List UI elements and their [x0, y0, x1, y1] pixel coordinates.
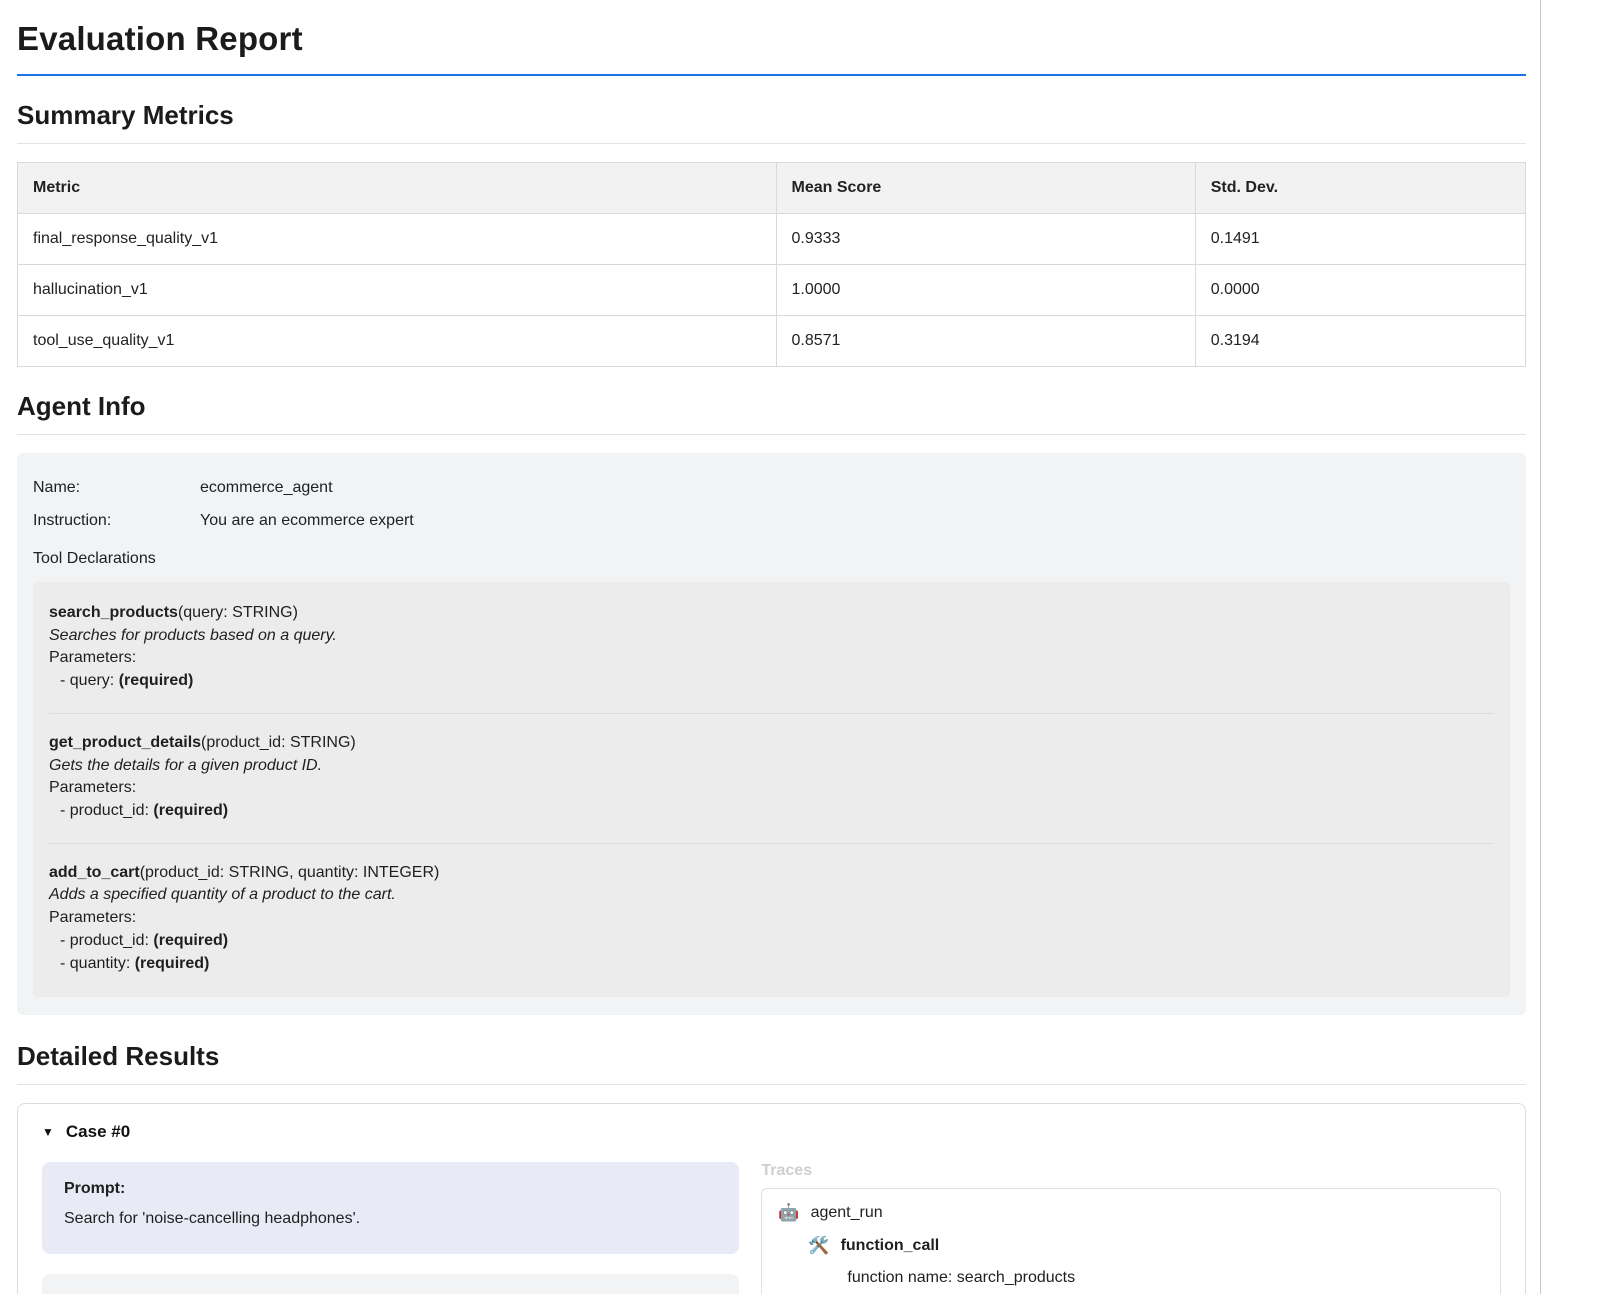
table-row: hallucination_v1 1.0000 0.0000: [18, 265, 1526, 316]
robot-icon: 🤖: [778, 1203, 799, 1223]
trace-function-detail: function name: search_products: [847, 1269, 1075, 1287]
std-dev-cell: 0.1491: [1195, 214, 1525, 265]
trace-function-label: function_call: [841, 1237, 940, 1255]
page-title: Evaluation Report: [17, 20, 1526, 58]
tool-declarations-label: Tool Declarations: [33, 550, 1510, 568]
table-row: final_response_quality_v1 0.9333 0.1491: [18, 214, 1526, 265]
mean-score-column-header: Mean Score: [776, 163, 1195, 214]
tool-args: (product_id: STRING): [201, 734, 356, 751]
param-name: - product_id:: [60, 802, 153, 819]
prompt-text: Search for 'noise-cancelling headphones'…: [64, 1210, 717, 1228]
case-0-right-column: Traces 🤖 agent_run 🛠️ function_call: [761, 1162, 1501, 1294]
agent-instruction-row: Instruction: You are an ecommerce expert: [33, 512, 1510, 530]
tools-icon: 🛠️: [808, 1236, 829, 1256]
param-name: - quantity:: [60, 955, 135, 972]
case-0-body: Prompt: Search for 'noise-cancelling hea…: [42, 1162, 1501, 1294]
tool-name: get_product_details: [49, 734, 201, 751]
prompt-label: Prompt:: [64, 1180, 717, 1198]
summary-metrics-table: Metric Mean Score Std. Dev. final_respon…: [17, 162, 1526, 367]
final-response-panel-partial: [42, 1274, 739, 1294]
summary-metrics-heading: Summary Metrics: [17, 100, 1526, 144]
agent-name-label: Name:: [33, 479, 200, 497]
tool-declaration-add-to-cart: add_to_cart(product_id: STRING, quantity…: [49, 844, 1494, 996]
case-0-left-column: Prompt: Search for 'noise-cancelling hea…: [42, 1162, 739, 1294]
table-row: tool_use_quality_v1 0.8571 0.3194: [18, 316, 1526, 367]
param-required-flag: (required): [153, 932, 228, 949]
agent-instruction-label: Instruction:: [33, 512, 200, 530]
tool-signature: search_products(query: STRING): [49, 602, 1494, 625]
tool-parameter: - query: (required): [49, 670, 1494, 693]
tool-parameters-label: Parameters:: [49, 777, 1494, 800]
page-frame: Evaluation Report Summary Metrics Metric…: [0, 0, 1541, 1294]
trace-agent-label: agent_run: [811, 1204, 883, 1222]
mean-score-cell: 0.8571: [776, 316, 1195, 367]
metric-name-cell: final_response_quality_v1: [18, 214, 777, 265]
tool-name: search_products: [49, 604, 178, 621]
case-card: ▼ Case #0 Prompt: Search for 'noise-canc…: [17, 1103, 1526, 1294]
collapse-triangle-icon: ▼: [42, 1125, 54, 1139]
trace-row-function-call: 🛠️ function_call: [808, 1236, 1484, 1256]
param-name: - query:: [60, 672, 119, 689]
mean-score-cell: 1.0000: [776, 265, 1195, 316]
tool-args: (query: STRING): [178, 604, 298, 621]
tool-declaration-search-products: search_products(query: STRING) Searches …: [49, 584, 1494, 714]
param-required-flag: (required): [153, 802, 228, 819]
tool-declarations-panel: search_products(query: STRING) Searches …: [33, 582, 1510, 997]
tool-signature: add_to_cart(product_id: STRING, quantity…: [49, 862, 1494, 885]
mean-score-cell: 0.9333: [776, 214, 1195, 265]
case-0-toggle[interactable]: ▼ Case #0: [42, 1122, 1501, 1142]
metric-name-cell: hallucination_v1: [18, 265, 777, 316]
agent-name-row: Name: ecommerce_agent: [33, 479, 1510, 497]
case-0-details: ▼ Case #0 Prompt: Search for 'noise-canc…: [42, 1122, 1501, 1294]
tool-args: (product_id: STRING, quantity: INTEGER): [140, 864, 440, 881]
tool-description: Searches for products based on a query.: [49, 625, 1494, 648]
trace-row-agent-run: 🤖 agent_run: [778, 1203, 1484, 1223]
tool-name: add_to_cart: [49, 864, 140, 881]
tool-parameter: - product_id: (required): [49, 930, 1494, 953]
param-name: - product_id:: [60, 932, 153, 949]
agent-info-panel: Name: ecommerce_agent Instruction: You a…: [17, 453, 1526, 1015]
std-dev-cell: 0.3194: [1195, 316, 1525, 367]
agent-info-heading: Agent Info: [17, 391, 1526, 435]
traces-label: Traces: [761, 1162, 1501, 1180]
tool-parameter: - product_id: (required): [49, 800, 1494, 823]
metric-column-header: Metric: [18, 163, 777, 214]
tool-parameters-label: Parameters:: [49, 647, 1494, 670]
param-required-flag: (required): [135, 955, 210, 972]
table-header-row: Metric Mean Score Std. Dev.: [18, 163, 1526, 214]
std-dev-column-header: Std. Dev.: [1195, 163, 1525, 214]
tool-description: Gets the details for a given product ID.: [49, 755, 1494, 778]
std-dev-cell: 0.0000: [1195, 265, 1525, 316]
agent-name-value: ecommerce_agent: [200, 479, 333, 497]
tool-description: Adds a specified quantity of a product t…: [49, 884, 1494, 907]
report-content: Evaluation Report Summary Metrics Metric…: [0, 0, 1540, 1294]
tool-declaration-get-product-details: get_product_details(product_id: STRING) …: [49, 714, 1494, 844]
agent-instruction-value: You are an ecommerce expert: [200, 512, 414, 530]
title-divider: [17, 74, 1526, 76]
detailed-results-heading: Detailed Results: [17, 1041, 1526, 1085]
case-title: Case #0: [66, 1122, 130, 1142]
trace-row-function-name: function name: search_products: [847, 1269, 1484, 1287]
tool-parameters-label: Parameters:: [49, 907, 1494, 930]
report-viewport: Evaluation Report Summary Metrics Metric…: [0, 0, 1612, 1294]
trace-panel: 🤖 agent_run 🛠️ function_call function na…: [761, 1188, 1501, 1294]
metric-name-cell: tool_use_quality_v1: [18, 316, 777, 367]
param-required-flag: (required): [119, 672, 194, 689]
tool-parameter: - quantity: (required): [49, 953, 1494, 976]
prompt-panel: Prompt: Search for 'noise-cancelling hea…: [42, 1162, 739, 1254]
tool-signature: get_product_details(product_id: STRING): [49, 732, 1494, 755]
